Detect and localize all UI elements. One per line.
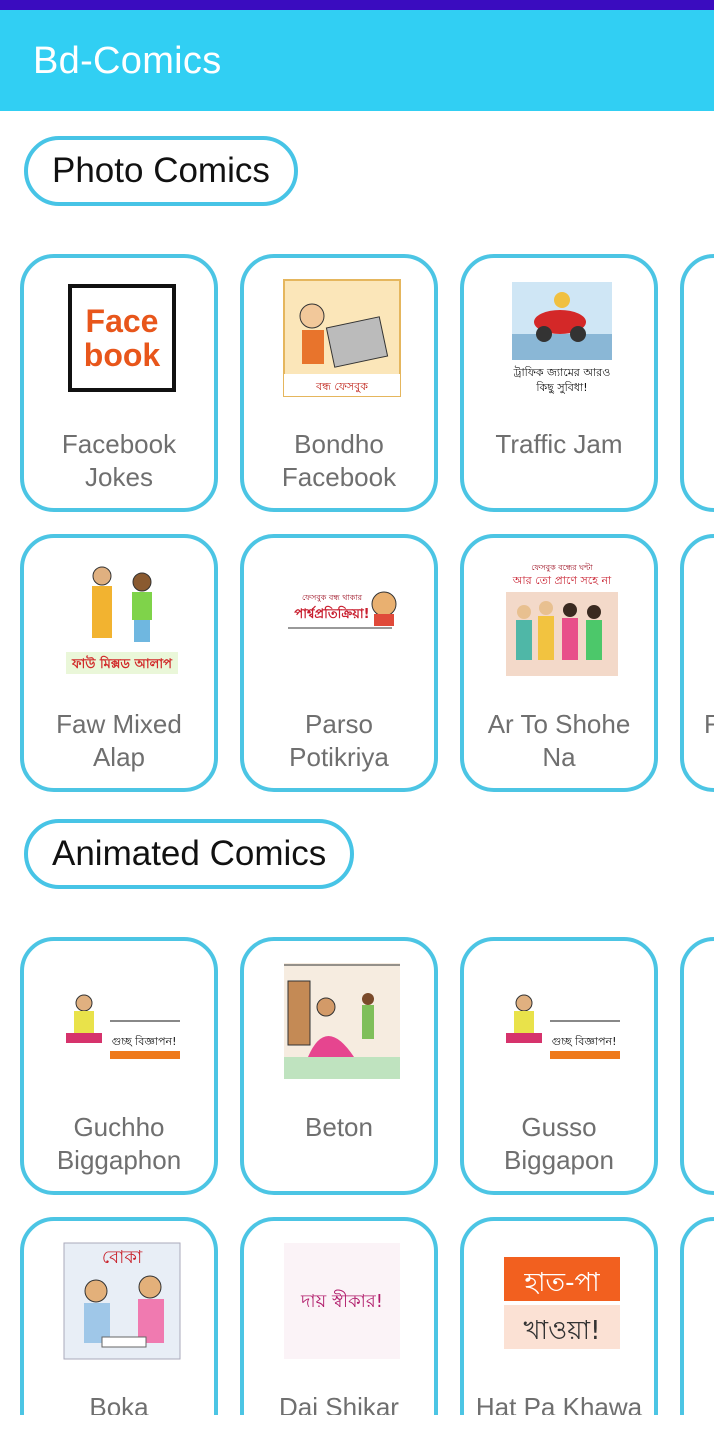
ar-to-shohe-na-thumbnail: ফেসবুক বন্ধের ঘন্টা আর তো প্রাণে সহে না xyxy=(502,558,622,678)
comic-card-bondho-facebook[interactable]: বন্ধ ফেসবুক Bondho Facebook xyxy=(240,254,438,512)
comic-card-partial[interactable] xyxy=(680,254,714,512)
beton-thumbnail xyxy=(282,961,402,1081)
comic-card-beton[interactable]: Beton xyxy=(240,937,438,1195)
comic-card-guchho-biggaphon[interactable]: গুচ্ছ বিজ্ঞাপন! Guchho Biggaphon xyxy=(20,937,218,1195)
comic-title: Dai Shikar xyxy=(279,1392,399,1415)
comic-title: Guchho Biggaphon xyxy=(56,1112,182,1175)
svg-text:ট্রাফিক জ্যামের আরও: ট্রাফিক জ্যামের আরও xyxy=(513,366,611,379)
svg-text:book: book xyxy=(84,337,161,373)
animated-comics-row-1[interactable]: গুচ্ছ বিজ্ঞাপন! Guchho Biggaphon Beton গ… xyxy=(0,937,714,1201)
comic-title: Ar To Shohe Na xyxy=(487,709,631,772)
comic-card-traffic-jam[interactable]: ট্রাফিক জ্যামের আরও কিছু সুবিধা! Traffic… xyxy=(460,254,658,512)
app-title: Bd-Comics xyxy=(33,40,222,82)
comic-card-partial[interactable] xyxy=(680,937,714,1195)
faw-mixed-alap-thumbnail: ফাউ মিক্সড আলাপ xyxy=(62,558,182,678)
comic-title: Traffic Jam xyxy=(495,429,623,459)
svg-text:খাওয়া!: খাওয়া! xyxy=(523,1316,600,1346)
parso-potikriya-thumbnail: ফেসবুক বন্ধ থাকার পার্শ্বপ্রতিক্রিয়া! xyxy=(282,558,402,678)
svg-text:ফাউ মিক্সড আলাপ: ফাউ মিক্সড আলাপ xyxy=(71,655,173,672)
dai-shikar-thumbnail: দায় স্বীকার! xyxy=(282,1241,402,1361)
comic-title: Bondho Facebook xyxy=(281,429,397,492)
svg-text:দায় স্বীকার!: দায় স্বীকার! xyxy=(300,1290,383,1312)
gusso-biggapon-thumbnail: গুচ্ছ বিজ্ঞাপন! xyxy=(502,961,622,1081)
comic-card-boka[interactable]: বোকা Boka xyxy=(20,1217,218,1415)
svg-text:গুচ্ছ বিজ্ঞাপন!: গুচ্ছ বিজ্ঞাপন! xyxy=(551,1035,616,1048)
section-title-animated-comics[interactable]: Animated Comics xyxy=(24,819,355,889)
svg-text:বন্ধ ফেসবুক: বন্ধ ফেসবুক xyxy=(315,380,368,393)
svg-text:গুচ্ছ বিজ্ঞাপন!: গুচ্ছ বিজ্ঞাপন! xyxy=(111,1035,176,1048)
comic-card-faw-mixed-alap[interactable]: ফাউ মিক্সড আলাপ Faw Mixed Alap xyxy=(20,534,218,792)
svg-text:কিছু সুবিধা!: কিছু সুবিধা! xyxy=(535,381,587,394)
svg-text:বোকা: বোকা xyxy=(102,1247,143,1268)
comic-title: F xyxy=(704,708,714,741)
animated-comics-row-2[interactable]: বোকা Boka দায় স্বীকার! Dai Shikar হাত-প… xyxy=(0,1217,714,1415)
hat-pa-khawa-thumbnail: হাত-পা খাওয়া! xyxy=(502,1241,622,1361)
comic-title: Beton xyxy=(305,1112,373,1142)
comic-card-dai-shikar[interactable]: দায় স্বীকার! Dai Shikar xyxy=(240,1217,438,1415)
section-title-photo-comics[interactable]: Photo Comics xyxy=(24,136,298,206)
status-bar xyxy=(0,0,714,10)
svg-text:হাত-পা: হাত-পা xyxy=(523,1268,600,1298)
comic-card-hat-pa-khawa[interactable]: হাত-পা খাওয়া! Hat Pa Khawa xyxy=(460,1217,658,1415)
photo-comics-row-1[interactable]: Face book Facebook Jokes বন্ধ ফেসবুক Bon… xyxy=(0,254,714,518)
comic-card-facebook-jokes[interactable]: Face book Facebook Jokes xyxy=(20,254,218,512)
bondho-facebook-thumbnail: বন্ধ ফেসবুক xyxy=(282,278,402,398)
comic-title: Boka xyxy=(89,1392,149,1415)
svg-text:আর তো প্রাণে সহে না: আর তো প্রাণে সহে না xyxy=(512,574,612,587)
traffic-jam-thumbnail: ট্রাফিক জ্যামের আরও কিছু সুবিধা! xyxy=(502,278,622,398)
svg-text:ফেসবুক বন্ধের ঘন্টা: ফেসবুক বন্ধের ঘন্টা xyxy=(531,563,593,572)
svg-text:পার্শ্বপ্রতিক্রিয়া!: পার্শ্বপ্রতিক্রিয়া! xyxy=(294,605,369,622)
comic-card-parso-potikriya[interactable]: ফেসবুক বন্ধ থাকার পার্শ্বপ্রতিক্রিয়া! P… xyxy=(240,534,438,792)
comic-title: Gusso Biggapon xyxy=(504,1112,614,1175)
comic-title: Parso Potikriya xyxy=(289,709,389,772)
guchho-biggaphon-thumbnail: গুচ্ছ বিজ্ঞাপন! xyxy=(62,961,182,1081)
boka-thumbnail: বোকা xyxy=(62,1241,182,1361)
comic-card-partial[interactable] xyxy=(680,1217,714,1415)
photo-comics-row-2[interactable]: ফাউ মিক্সড আলাপ Faw Mixed Alap ফেসবুক বন… xyxy=(0,534,714,798)
comic-card-ar-to-shohe-na[interactable]: ফেসবুক বন্ধের ঘন্টা আর তো প্রাণে সহে না … xyxy=(460,534,658,792)
comic-title: Facebook Jokes xyxy=(61,429,177,492)
comic-title: Faw Mixed Alap xyxy=(56,709,182,772)
app-bar: Bd-Comics xyxy=(0,10,714,111)
comic-card-gusso-biggapon[interactable]: গুচ্ছ বিজ্ঞাপন! Gusso Biggapon xyxy=(460,937,658,1195)
svg-text:Face: Face xyxy=(86,303,159,339)
svg-text:ফেসবুক বন্ধ থাকার: ফেসবুক বন্ধ থাকার xyxy=(302,593,363,602)
comic-card-partial[interactable]: F xyxy=(680,534,714,792)
comic-title: Hat Pa Khawa xyxy=(475,1392,643,1415)
facebook-jokes-thumbnail: Face book xyxy=(62,278,182,398)
